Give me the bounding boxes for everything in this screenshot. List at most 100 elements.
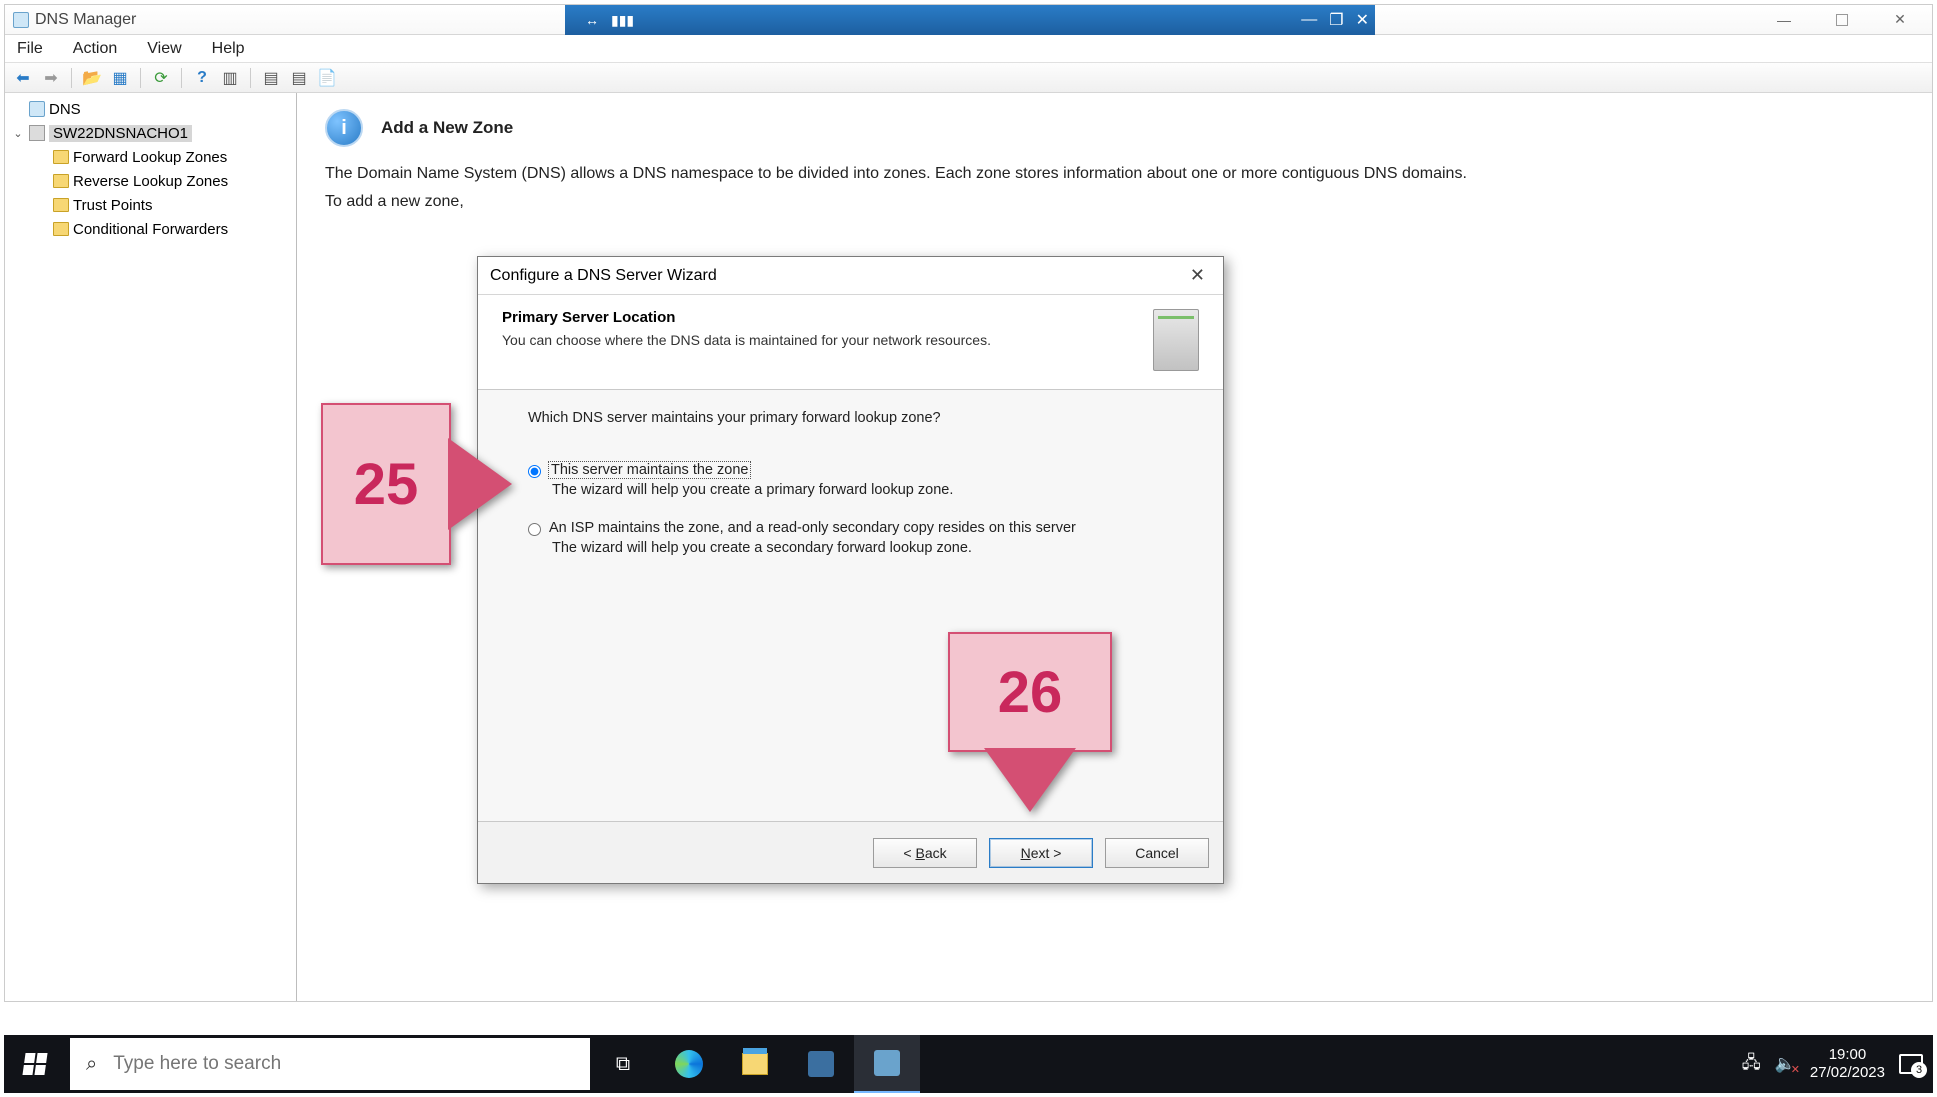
wizard-body: Which DNS server maintains your primary … [478,390,1223,598]
new-zone-button[interactable]: 📄 [315,66,339,90]
taskbar-app-dns-manager[interactable] [854,1035,920,1093]
list-icon: ▤ [291,68,306,88]
network-icon[interactable]: 🖧 [1742,1050,1761,1079]
taskbar-apps: ⧉ [590,1035,920,1093]
intro-text-2: To add a new zone, [325,193,1904,211]
arrow-right-icon: ➡ [44,68,57,88]
list-button-2[interactable]: ▤ [287,66,311,90]
host-window-controls: — ✕ [1756,6,1928,34]
vm-minimize-button[interactable]: — [1301,11,1317,29]
server-tower-icon [1153,309,1199,371]
pin-icon[interactable]: ↔ [585,12,599,28]
cancel-button[interactable]: Cancel [1105,838,1209,868]
mute-badge-icon: ✕ [1791,1063,1800,1076]
start-button[interactable] [4,1035,66,1093]
tree-label: SW22DNSNACHO1 [49,125,192,142]
window-title: DNS Manager [35,11,136,29]
nav-back-button[interactable]: ⬅ [11,66,35,90]
new-zone-icon: 📄 [317,68,337,88]
up-button[interactable]: 📂 [80,66,104,90]
back-button[interactable]: < Back [873,838,977,868]
help-button[interactable]: ? [190,66,214,90]
host-close-button[interactable]: ✕ [1872,6,1928,34]
radio-input-this-server[interactable] [528,465,541,478]
edge-icon [675,1050,703,1078]
toolbar-separator [71,68,72,88]
menu-file[interactable]: File [11,38,49,60]
info-icon: i [325,109,363,147]
vm-restore-button[interactable]: ❐ [1329,10,1343,30]
nav-forward-button[interactable]: ➡ [39,66,63,90]
wizard-step-subtitle: You can choose where the DNS data is mai… [502,332,991,348]
page-title: Add a New Zone [381,118,513,138]
taskbar-app-explorer[interactable] [722,1035,788,1093]
toolbar-separator [181,68,182,88]
tree-item-forward-lookup[interactable]: Forward Lookup Zones [5,145,296,169]
folder-up-icon: 📂 [82,68,102,88]
toolbar-separator [140,68,141,88]
notifications-button[interactable]: 3 [1899,1054,1923,1074]
expand-toggle[interactable]: ⌄ [11,127,25,140]
tree-label: Reverse Lookup Zones [73,173,228,190]
tree-pane[interactable]: DNS ⌄ SW22DNSNACHO1 Forward Lookup Zones… [5,93,297,1001]
volume-icon[interactable]: 🔈✕ [1775,1054,1796,1074]
vm-close-button[interactable]: ✕ [1356,10,1369,30]
folder-icon [53,222,69,236]
search-input[interactable] [113,1053,590,1075]
server-manager-icon [808,1051,834,1077]
vm-connection-bar: ↔ ▮▮▮ — ❐ ✕ [565,5,1375,35]
radio-label: This server maintains the zone [549,462,750,478]
taskbar-search[interactable]: ⌕ [70,1038,590,1090]
properties-button[interactable]: ▦ [108,66,132,90]
task-view-icon: ⧉ [616,1053,630,1076]
callout-number: 25 [354,451,419,518]
radio-isp-server[interactable]: An ISP maintains the zone, and a read-on… [528,520,1173,536]
menu-help[interactable]: Help [206,38,251,60]
tree-item-reverse-lookup[interactable]: Reverse Lookup Zones [5,169,296,193]
task-view-button[interactable]: ⧉ [590,1035,656,1093]
tree-server-node[interactable]: ⌄ SW22DNSNACHO1 [5,121,296,145]
server-icon [29,125,45,141]
wizard-header: Primary Server Location You can choose w… [478,295,1223,390]
tree-label: Trust Points [73,197,152,214]
close-button[interactable]: ✕ [1184,265,1211,286]
wizard-question: Which DNS server maintains your primary … [528,410,1173,426]
wizard-title: Configure a DNS Server Wizard [490,267,717,285]
annotation-callout-26: 26 [948,632,1112,752]
radio-description: The wizard will help you create a second… [552,540,1173,556]
notification-count-badge: 3 [1911,1062,1927,1078]
tree-root-dns[interactable]: DNS [5,97,296,121]
wizard-titlebar[interactable]: Configure a DNS Server Wizard ✕ [478,257,1223,295]
refresh-button[interactable]: ⟳ [149,66,173,90]
folder-icon [53,198,69,212]
host-maximize-button[interactable] [1814,6,1870,34]
radio-description: The wizard will help you create a primar… [552,482,1173,498]
grid-icon: ▥ [222,68,237,88]
arrow-left-icon: ⬅ [16,68,29,88]
taskbar-app-edge[interactable] [656,1035,722,1093]
host-minimize-button[interactable]: — [1756,6,1812,34]
help-icon: ? [197,69,207,87]
grid-button[interactable]: ▥ [218,66,242,90]
callout-number: 26 [998,659,1063,726]
radio-this-server[interactable]: This server maintains the zone [528,462,1173,478]
tree-item-conditional-forwarders[interactable]: Conditional Forwarders [5,217,296,241]
next-button[interactable]: Next > [989,838,1093,868]
folder-icon [53,150,69,164]
menu-view[interactable]: View [141,38,187,60]
tree-label: DNS [49,101,81,118]
list-button-1[interactable]: ▤ [259,66,283,90]
taskbar-app-server-manager[interactable] [788,1035,854,1093]
dns-manager-icon [874,1050,900,1076]
menu-action[interactable]: Action [67,38,123,60]
tray-clock[interactable]: 19:00 27/02/2023 [1810,1046,1885,1082]
annotation-callout-25: 25 [321,403,451,565]
search-icon: ⌕ [86,1053,97,1076]
system-tray: 🖧 🔈✕ 19:00 27/02/2023 3 [1742,1046,1933,1082]
tree-label: Conditional Forwarders [73,221,228,238]
tree-item-trust-points[interactable]: Trust Points [5,193,296,217]
refresh-icon: ⟳ [154,68,167,88]
radio-input-isp[interactable] [528,523,541,536]
titlebar: DNS Manager ↔ ▮▮▮ — ❐ ✕ — ✕ [5,5,1932,35]
file-explorer-icon [742,1053,768,1075]
